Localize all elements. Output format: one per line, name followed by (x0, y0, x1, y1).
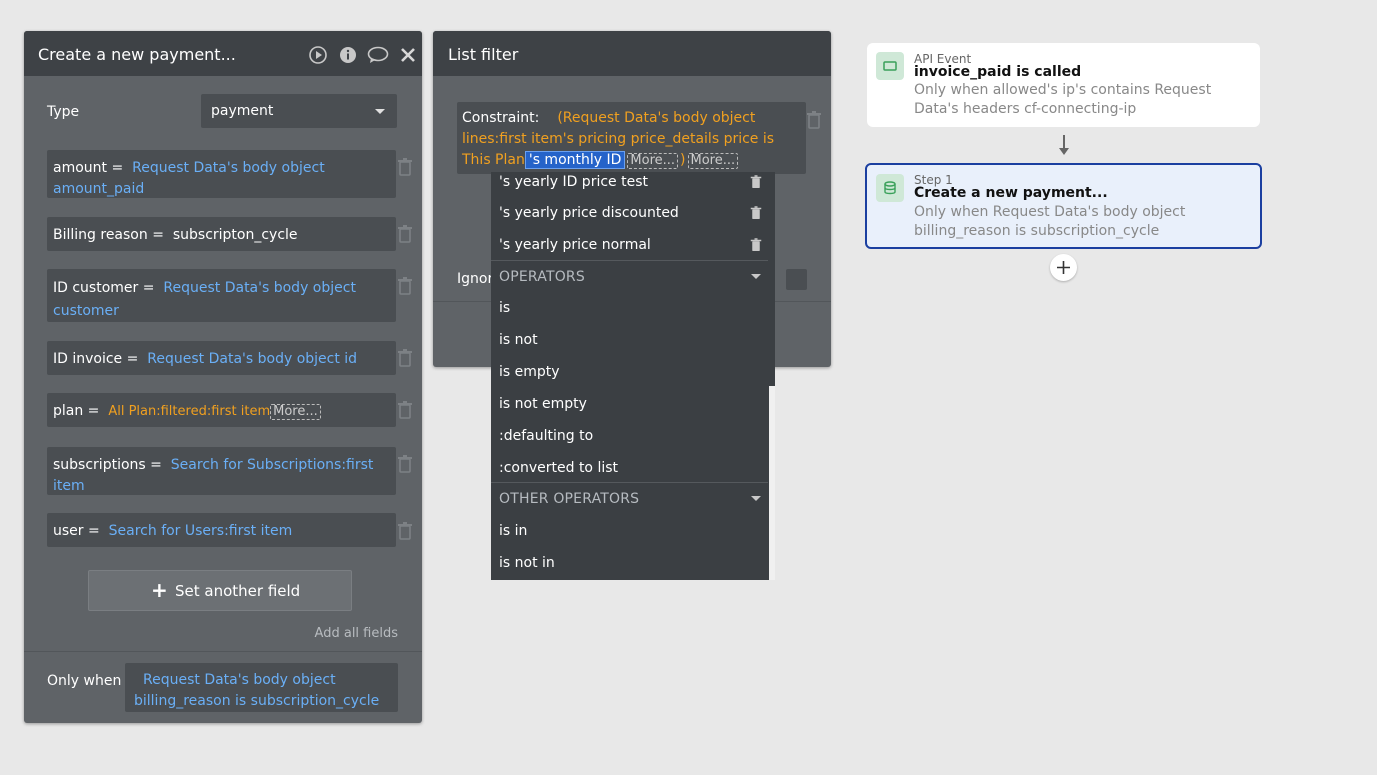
comment-icon[interactable] (367, 46, 389, 64)
dropdown-scrollbar[interactable] (769, 386, 775, 580)
trash-icon[interactable] (750, 206, 762, 220)
create-payment-panel: Create a new payment... Type payment amo… (24, 31, 422, 723)
field-id-customer[interactable]: ID customer = Request Data's body object… (47, 269, 396, 322)
trash-icon[interactable] (397, 349, 413, 367)
operator-option[interactable]: is in (499, 523, 527, 539)
panel-title: List filter (448, 45, 519, 64)
condition-expression: Request Data's body object billing_reaso… (134, 672, 380, 709)
panel-header: Create a new payment... (24, 31, 422, 76)
type-select-value: payment (211, 103, 274, 119)
field-amount[interactable]: amount = Request Data's body object amou… (47, 150, 396, 198)
field-name: user (53, 523, 84, 539)
trash-icon[interactable] (397, 225, 413, 243)
field-name: Billing reason (53, 227, 148, 243)
play-icon[interactable] (309, 46, 327, 64)
divider (24, 651, 422, 652)
field-name: amount (53, 160, 108, 176)
operator-option[interactable]: is not in (499, 555, 555, 571)
panel-header: List filter (433, 31, 831, 76)
arrow-down-icon (1057, 135, 1071, 157)
divider (491, 260, 768, 261)
set-another-field-label: Set another field (175, 582, 301, 600)
dynamic-expression[interactable]: Request Data's body object id (147, 351, 357, 367)
field-name: ID invoice (53, 351, 123, 367)
field-name: plan (53, 403, 84, 419)
plus-icon (1057, 261, 1070, 274)
panel-title: Create a new payment... (38, 45, 236, 64)
divider (491, 482, 768, 483)
operator-option[interactable]: is (499, 300, 510, 316)
trash-icon[interactable] (397, 522, 413, 540)
expression-dropdown: 's yearly ID price test 's yearly price … (491, 172, 775, 580)
type-select[interactable]: payment (201, 94, 397, 128)
add-all-fields-link[interactable]: Add all fields (315, 626, 398, 641)
only-when-label: Only when (47, 673, 122, 689)
field-name: ID customer (53, 280, 139, 296)
type-label: Type (47, 104, 80, 120)
trash-icon[interactable] (397, 277, 413, 295)
add-step-button[interactable] (1050, 254, 1077, 281)
field-id-invoice[interactable]: ID invoice = Request Data's body object … (47, 341, 396, 375)
caret-down-icon (751, 496, 761, 501)
step-description: Only when Request Data's body object bil… (914, 204, 1186, 239)
static-value[interactable]: subscripton_cycle (173, 227, 298, 243)
set-another-field-button[interactable]: + Set another field (88, 570, 352, 611)
dropdown-field-option[interactable]: 's yearly ID price test (499, 174, 648, 190)
database-icon (876, 174, 904, 202)
step-title: Create a new payment... (914, 185, 1108, 201)
only-when-condition[interactable]: Request Data's body object billing_reaso… (125, 663, 398, 712)
plus-icon: + (151, 578, 168, 602)
operators-header[interactable]: OPERATORS (499, 269, 585, 285)
event-title: invoice_paid is called (914, 64, 1082, 80)
operator-option[interactable]: is empty (499, 364, 560, 380)
operator-option[interactable]: is not empty (499, 396, 587, 412)
dynamic-expression[interactable]: Search for Users:first item (109, 523, 293, 539)
trash-icon[interactable] (806, 111, 822, 129)
caret-down-icon (375, 109, 385, 114)
operator-option[interactable]: :converted to list (499, 460, 618, 476)
more-button[interactable]: More... (270, 404, 321, 420)
ignore-checkbox[interactable] (786, 269, 807, 290)
more-button[interactable]: More... (627, 153, 679, 169)
constraint-text: Constraint: (Request Data's body object l… (462, 110, 775, 169)
operator-option[interactable]: is not (499, 332, 538, 348)
constraint-box[interactable]: Constraint: (Request Data's body object l… (457, 102, 806, 174)
trash-icon[interactable] (397, 158, 413, 176)
other-operators-header[interactable]: OTHER OPERATORS (499, 491, 639, 507)
api-event-card[interactable]: API Event invoice_paid is called Only wh… (867, 43, 1260, 127)
trash-icon[interactable] (397, 401, 413, 419)
ignore-label: Ignor (457, 271, 494, 287)
field-plan[interactable]: plan = All Plan:filtered:first item More.… (47, 393, 396, 427)
field-subscriptions[interactable]: subscriptions = Search for Subscriptions… (47, 447, 396, 495)
event-description: Only when allowed's ip's contains Reques… (914, 82, 1212, 117)
info-icon[interactable] (339, 46, 357, 64)
field-billing-reason[interactable]: Billing reason = subscripton_cycle (47, 217, 396, 251)
step-1-card[interactable]: Step 1 Create a new payment... Only when… (865, 163, 1262, 249)
api-icon (876, 52, 904, 80)
dropdown-field-option[interactable]: 's yearly price discounted (499, 205, 679, 221)
constraint-label: Constraint: (462, 110, 540, 126)
operator-option[interactable]: :defaulting to (499, 428, 593, 444)
field-user[interactable]: user = Search for Users:first item (47, 513, 396, 547)
trash-icon[interactable] (750, 175, 762, 189)
dynamic-expression[interactable]: All Plan:filtered:first item (108, 404, 270, 419)
close-icon[interactable] (399, 46, 417, 64)
selected-token[interactable]: 's monthly ID (524, 151, 626, 169)
more-button[interactable]: More... (687, 153, 739, 169)
dropdown-field-option[interactable]: 's yearly price normal (499, 237, 651, 253)
caret-down-icon (751, 274, 761, 279)
field-name: subscriptions (53, 457, 146, 473)
trash-icon[interactable] (397, 455, 413, 473)
trash-icon[interactable] (750, 238, 762, 252)
